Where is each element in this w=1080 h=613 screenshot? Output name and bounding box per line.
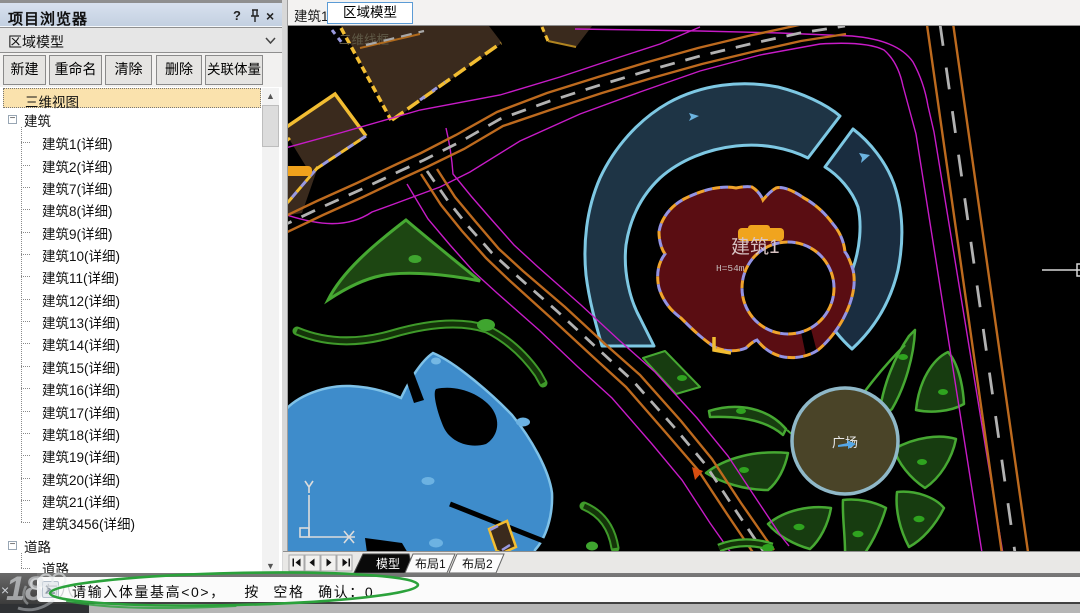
svg-text:布局1: 布局1 <box>415 557 446 571</box>
svg-text:二维线框: 二维线框 <box>339 33 390 47</box>
svg-text:广场: 广场 <box>832 435 858 450</box>
svg-text:H=54m: H=54m <box>716 263 745 274</box>
svg-text:布局2: 布局2 <box>462 557 493 571</box>
svg-text:模型: 模型 <box>376 557 400 571</box>
svg-text:建筑1: 建筑1 <box>731 236 780 258</box>
